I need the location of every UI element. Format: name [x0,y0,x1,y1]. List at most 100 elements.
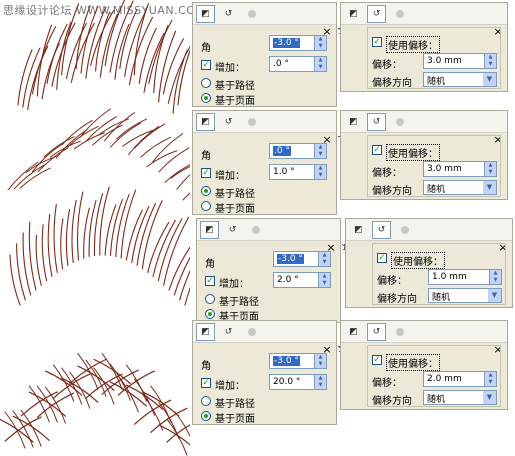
spin-down-icon[interactable]: ▼ [315,361,326,368]
rotation-transform-tab[interactable]: ◩ [196,5,215,23]
increment-checkbox[interactable]: ✓ [201,168,211,178]
increment-spinner[interactable]: 2.0 ° ▲ ▼ [273,272,331,288]
spin-arrows[interactable]: ▲ ▼ [489,270,501,284]
increment-checkbox[interactable]: ✓ [201,378,211,388]
spin-down-icon[interactable]: ▼ [315,151,326,158]
rotation-transform-tab[interactable]: ◩ [196,113,215,131]
angle-label: 角 [201,151,211,162]
spin-arrows[interactable]: ▲ ▼ [314,165,326,179]
spin-arrows[interactable]: ▲ ▼ [314,57,326,71]
spin-arrows[interactable]: ▲ ▼ [318,273,330,287]
spin-up-icon[interactable]: ▲ [319,252,330,259]
increment-checkbox[interactable]: ✓ [201,60,211,70]
offset-spacing-tab[interactable] [395,221,414,239]
rotation-spacing-tab[interactable] [242,113,261,131]
offset-spacing-tab[interactable] [390,5,409,23]
spin-down-icon[interactable]: ▼ [315,64,326,71]
offset-rotate-tab[interactable]: ↺ [367,113,386,131]
increment-spinner[interactable]: 1.0 ° ▲ ▼ [269,164,327,180]
dot-icon [247,10,256,18]
increment-spinner[interactable]: .0 ° ▲ ▼ [269,56,327,72]
spin-up-icon[interactable]: ▲ [315,144,326,151]
spin-up-icon[interactable]: ▲ [319,273,330,280]
offset-spinner[interactable]: 2.0 mm ▲ ▼ [423,371,497,387]
rotation-rotate-tab[interactable]: ↺ [219,5,238,23]
spin-up-icon[interactable]: ▲ [485,162,496,169]
spin-arrows[interactable]: ▲ ▼ [314,354,326,368]
spin-arrows[interactable]: ▲ ▼ [484,54,496,68]
rotation-transform-tab[interactable]: ◩ [196,323,215,341]
spin-up-icon[interactable]: ▲ [315,165,326,172]
offset-spinner[interactable]: 1.0 mm ▲ ▼ [428,269,502,285]
spin-up-icon[interactable]: ▲ [485,54,496,61]
spin-down-icon[interactable]: ▼ [319,259,330,266]
rotation-rotate-tab[interactable]: ↺ [223,221,242,239]
offset-value: 2.0 mm [427,374,462,384]
offset-spinner[interactable]: 3.0 mm ▲ ▼ [423,161,497,177]
spin-down-icon[interactable]: ▼ [490,277,501,284]
offset-rotate-tab[interactable]: ↺ [372,221,391,239]
offset-transform-tab[interactable]: ◩ [344,323,363,341]
use-offset-checkbox[interactable]: ✓ [372,37,382,47]
rotation-transform-tab[interactable]: ◩ [200,221,219,239]
spin-up-icon[interactable]: ▲ [315,57,326,64]
offset-spinner[interactable]: 3.0 mm ▲ ▼ [423,53,497,69]
page-radio[interactable] [201,411,211,421]
spin-arrows[interactable]: ▲ ▼ [314,36,326,50]
path-radio[interactable] [201,396,211,406]
increment-checkbox[interactable]: ✓ [205,276,215,286]
path-radio[interactable] [201,78,211,88]
increment-spinner[interactable]: 20.0 ° ▲ ▼ [269,374,327,390]
path-radio[interactable] [201,186,211,196]
rotation-spacing-tab[interactable] [242,323,261,341]
offset-transform-tab[interactable]: ◩ [344,113,363,131]
rotation-rotate-tab[interactable]: ↺ [219,113,238,131]
spin-arrows[interactable]: ▲ ▼ [484,162,496,176]
spin-down-icon[interactable]: ▼ [319,280,330,287]
spin-up-icon[interactable]: ▲ [315,354,326,361]
spin-down-icon[interactable]: ▼ [485,61,496,68]
spin-up-icon[interactable]: ▲ [315,36,326,43]
use-offset-checkbox[interactable]: ✓ [377,253,387,263]
rotation-spacing-tab[interactable] [246,221,265,239]
angle-spinner[interactable]: -3.0 ° ▲ ▼ [269,35,327,51]
chevron-down-icon[interactable]: ▼ [483,73,496,86]
spin-arrows[interactable]: ▲ ▼ [318,252,330,266]
chevron-down-icon[interactable]: ▼ [488,289,501,302]
chevron-down-icon[interactable]: ▼ [483,181,496,194]
angle-spinner[interactable]: -3.0 ° ▲ ▼ [273,251,331,267]
page-radio[interactable] [201,93,211,103]
page-radio[interactable] [205,309,215,319]
spin-arrows[interactable]: ▲ ▼ [314,375,326,389]
spin-down-icon[interactable]: ▼ [315,172,326,179]
dot-icon [400,226,409,234]
offset-rotate-tab[interactable]: ↺ [367,5,386,23]
spin-arrows[interactable]: ▲ ▼ [484,372,496,386]
offset-rotate-tab[interactable]: ↺ [367,323,386,341]
spin-down-icon[interactable]: ▼ [315,382,326,389]
spin-up-icon[interactable]: ▲ [485,372,496,379]
direction-dropdown[interactable]: 随机 ▼ [423,72,497,87]
spin-arrows[interactable]: ▲ ▼ [314,144,326,158]
spin-up-icon[interactable]: ▲ [490,270,501,277]
offset-transform-tab[interactable]: ◩ [349,221,368,239]
spin-down-icon[interactable]: ▼ [315,43,326,50]
use-offset-checkbox[interactable]: ✓ [372,355,382,365]
spin-down-icon[interactable]: ▼ [485,169,496,176]
offset-spacing-tab[interactable] [390,113,409,131]
angle-spinner[interactable]: -3.0 ° ▲ ▼ [269,353,327,369]
page-radio[interactable] [201,201,211,211]
spin-down-icon[interactable]: ▼ [485,379,496,386]
offset-transform-tab[interactable]: ◩ [344,5,363,23]
rotation-spacing-tab[interactable] [242,5,261,23]
use-offset-checkbox[interactable]: ✓ [372,145,382,155]
spin-up-icon[interactable]: ▲ [315,375,326,382]
direction-dropdown[interactable]: 随机 ▼ [423,390,497,405]
angle-spinner[interactable]: .0 ° ▲ ▼ [269,143,327,159]
direction-dropdown[interactable]: 随机 ▼ [428,288,502,303]
rotation-rotate-tab[interactable]: ↺ [219,323,238,341]
chevron-down-icon[interactable]: ▼ [483,391,496,404]
path-radio[interactable] [205,294,215,304]
direction-dropdown[interactable]: 随机 ▼ [423,180,497,195]
offset-spacing-tab[interactable] [390,323,409,341]
